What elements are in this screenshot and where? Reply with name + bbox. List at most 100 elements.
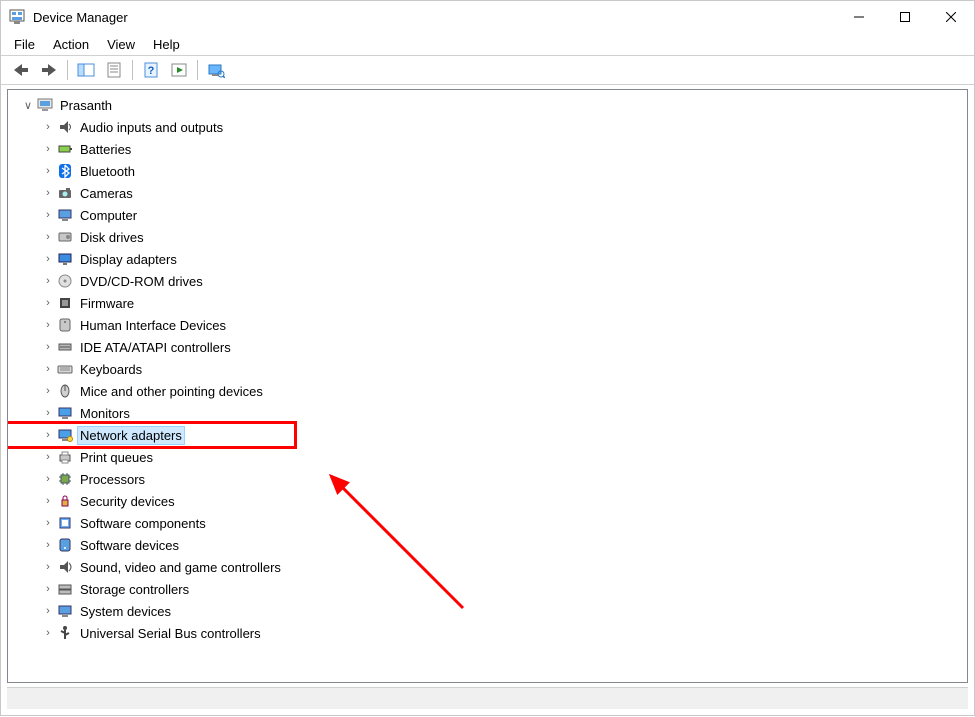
expand-toggle[interactable]: › [42,143,54,155]
expand-toggle[interactable]: › [42,539,54,551]
expand-toggle[interactable]: › [42,209,54,221]
tree-item-computer[interactable]: ›Computer [8,204,967,226]
dvd-icon [56,272,74,290]
expand-toggle[interactable]: › [42,319,54,331]
keyboard-icon [56,360,74,378]
help-button[interactable]: ? [139,58,163,82]
tree-item-network[interactable]: ›Network adapters [8,424,967,446]
menu-file[interactable]: File [5,35,44,54]
tree-item-label: Cameras [78,185,135,202]
tree-item-usb[interactable]: › Universal Serial Bus controllers [8,622,967,644]
tree-item-label: Firmware [78,295,136,312]
titlebar: Device Manager [1,1,974,33]
toolbar-separator [197,60,198,80]
tree-item-mouse[interactable]: › Mice and other pointing devices [8,380,967,402]
tree-item-monitor[interactable]: › Monitors [8,402,967,424]
expand-toggle[interactable]: › [42,605,54,617]
expand-toggle[interactable]: › [42,297,54,309]
monitor-icon [56,404,74,422]
bluetooth-icon [56,162,74,180]
printer-icon [56,448,74,466]
expand-toggle[interactable]: › [42,451,54,463]
maximize-button[interactable] [882,1,928,33]
tree-item-firmware[interactable]: › Firmware [8,292,967,314]
hid-icon [56,316,74,334]
expand-toggle[interactable]: › [42,165,54,177]
tree-item-label: Keyboards [78,361,144,378]
window-title: Device Manager [33,10,836,25]
tree-item-battery[interactable]: › Batteries [8,138,967,160]
expand-toggle[interactable]: › [42,429,54,441]
tree-item-dvd[interactable]: › DVD/CD-ROM drives [8,270,967,292]
tree-item-label: Monitors [78,405,132,422]
computer-root-icon [36,96,54,114]
tree-item-keyboard[interactable]: › Keyboards [8,358,967,380]
minimize-button[interactable] [836,1,882,33]
tree-root[interactable]: ∨ Prasanth [8,94,967,116]
menu-view[interactable]: View [98,35,144,54]
tree-item-label: System devices [78,603,173,620]
properties-button[interactable] [102,58,126,82]
device-tree[interactable]: ∨ Prasanth ›Audio inputs and outputs›Bat… [7,89,968,683]
menu-help[interactable]: Help [144,35,189,54]
tree-item-label: Disk drives [78,229,146,246]
expand-toggle[interactable]: › [42,341,54,353]
tree-item-storage[interactable]: ›Storage controllers [8,578,967,600]
system-icon [56,602,74,620]
tree-item-audio[interactable]: ›Audio inputs and outputs [8,116,967,138]
expand-toggle[interactable]: › [42,517,54,529]
expand-toggle[interactable]: › [42,275,54,287]
back-button[interactable] [9,58,33,82]
show-hide-console-tree-button[interactable] [74,58,98,82]
tree-item-label: Mice and other pointing devices [78,383,265,400]
tree-item-sound[interactable]: › Sound, video and game controllers [8,556,967,578]
expand-toggle[interactable]: › [42,385,54,397]
svg-text:?: ? [148,65,155,77]
security-icon [56,492,74,510]
tree-item-system[interactable]: › System devices [8,600,967,622]
menubar: File Action View Help [1,33,974,55]
tree-item-hid[interactable]: ›Human Interface Devices [8,314,967,336]
battery-icon [56,140,74,158]
tree-item-security[interactable]: ›Security devices [8,490,967,512]
tree-item-printer[interactable]: ›Print queues [8,446,967,468]
tree-item-label: Universal Serial Bus controllers [78,625,263,642]
action-button[interactable] [167,58,191,82]
expand-toggle[interactable]: › [42,561,54,573]
disk-icon [56,228,74,246]
expand-toggle[interactable]: › [42,121,54,133]
app-icon [9,9,25,25]
close-button[interactable] [928,1,974,33]
tree-item-swcomp[interactable]: ›Software components [8,512,967,534]
toolbar: ? [1,55,974,85]
expand-toggle[interactable]: › [42,627,54,639]
tree-item-label: Batteries [78,141,133,158]
tree-item-disk[interactable]: › Disk drives [8,226,967,248]
tree-root-label: Prasanth [58,97,114,114]
tree-item-swdev[interactable]: › Software devices [8,534,967,556]
display-icon [56,250,74,268]
expand-toggle[interactable]: › [42,253,54,265]
expand-toggle[interactable]: › [42,363,54,375]
expand-toggle[interactable]: › [42,187,54,199]
tree-item-display[interactable]: › Display adapters [8,248,967,270]
tree-item-bluetooth[interactable]: ›Bluetooth [8,160,967,182]
forward-button[interactable] [37,58,61,82]
expand-toggle[interactable]: › [42,231,54,243]
menu-action[interactable]: Action [44,35,98,54]
status-bar [7,687,968,709]
expand-toggle[interactable]: › [42,495,54,507]
expand-toggle[interactable]: › [42,473,54,485]
tree-item-label: Software devices [78,537,181,554]
expand-toggle[interactable]: › [42,583,54,595]
scan-hardware-button[interactable] [204,58,228,82]
tree-item-label: DVD/CD-ROM drives [78,273,205,290]
tree-item-label: Sound, video and game controllers [78,559,283,576]
tree-item-camera[interactable]: › Cameras [8,182,967,204]
ide-icon [56,338,74,356]
expand-toggle[interactable]: › [42,407,54,419]
tree-item-cpu[interactable]: ›Processors [8,468,967,490]
tree-item-ide[interactable]: ›IDE ATA/ATAPI controllers [8,336,967,358]
expand-toggle[interactable]: ∨ [22,99,34,112]
tree-item-label: Display adapters [78,251,179,268]
